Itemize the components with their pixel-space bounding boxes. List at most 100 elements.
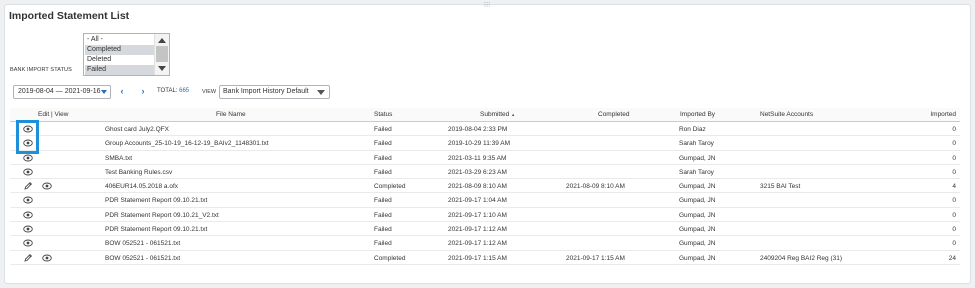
listbox-scrollbar[interactable]	[154, 34, 169, 75]
eye-icon[interactable]	[42, 181, 52, 191]
chevron-down-icon	[317, 90, 325, 95]
scroll-up-icon[interactable]	[158, 38, 166, 43]
imported-by-cell: Gumpad, JN	[679, 211, 716, 219]
imported-count-cell: 0	[952, 211, 956, 219]
statement-table: Edit | View File Name Status Submitted ▲…	[10, 108, 960, 265]
table-row[interactable]: PDR Statement Report 09.10.21_V2.txt Fail…	[10, 208, 960, 223]
imported-count-cell: 4	[952, 183, 956, 191]
table-row[interactable]: Test Banking Rules.csv Failed 2021-03-29 6…	[10, 165, 960, 180]
completed-cell: 2021-08-09 8:10 AM	[566, 183, 625, 191]
header-submitted[interactable]: Submitted ▲	[480, 111, 515, 118]
pencil-icon[interactable]	[23, 181, 33, 191]
header-netsuite-accounts[interactable]: NetSuite Accounts	[760, 111, 813, 118]
status-option[interactable]: - All -	[85, 35, 154, 45]
submitted-cell: 2019-08-04 2:33 PM	[448, 126, 508, 133]
completed-cell: 2021-09-17 1:15 AM	[566, 254, 625, 262]
status-cell: Failed	[374, 154, 392, 162]
status-cell: Failed	[374, 140, 392, 148]
sort-ascending-icon: ▲	[511, 112, 516, 117]
imported-by-cell: Sarah Taroy	[679, 168, 714, 176]
imported-count-cell: 0	[952, 226, 956, 234]
table-row[interactable]: BOW 052521 - 061521.txt Completed 2021-09-…	[10, 251, 960, 265]
status-option[interactable]: Deleted	[85, 55, 154, 65]
eye-icon[interactable]	[23, 195, 33, 205]
imported-count-cell: 0	[952, 154, 956, 162]
imported-by-cell: Gumpad, JN	[679, 226, 716, 234]
drag-handle-icon[interactable]: ⠿⠿	[483, 3, 491, 9]
imported-by-cell: Gumpad, JN	[679, 197, 716, 205]
submitted-cell: 2021-09-17 1:15 AM	[448, 254, 507, 262]
submitted-cell: 2021-09-17 1:12 AM	[448, 240, 507, 248]
file-name-cell: BOW 052521 - 061521.txt	[105, 240, 181, 248]
submitted-cell: 2019-10-29 11:39 AM	[448, 140, 511, 148]
eye-icon[interactable]	[23, 153, 33, 163]
eye-icon[interactable]	[23, 167, 33, 177]
status-cell: Failed	[374, 197, 392, 205]
table-row[interactable]: BOW 052521 - 061521.txt Failed 2021-09-17 …	[10, 236, 960, 251]
status-cell: Completed	[374, 183, 406, 191]
imported-count-cell: 0	[952, 168, 956, 176]
pencil-icon[interactable]	[23, 253, 33, 263]
date-range-value: 2019-08-04 — 2021-09-16	[18, 88, 101, 95]
file-name-cell: PDR Statement Report 09.10.21.txt	[105, 197, 208, 205]
table-header: Edit | View File Name Status Submitted ▲…	[10, 108, 960, 122]
table-row[interactable]: PDR Statement Report 09.10.21.txt Failed 2…	[10, 222, 960, 237]
header-status[interactable]: Status	[374, 111, 392, 118]
scrollbar-thumb[interactable]	[156, 46, 168, 62]
file-name-cell: PDR Statement Report 09.10.21.txt	[105, 226, 208, 234]
eye-icon[interactable]	[42, 253, 52, 263]
previous-page-button[interactable]: ‹	[117, 86, 127, 98]
total-value: 665	[179, 88, 190, 94]
table-row[interactable]: Ghost card July2.QFX Failed 2019-08-04 2:3…	[10, 122, 960, 137]
view-value: Bank Import History Default	[223, 88, 309, 95]
scroll-down-icon[interactable]	[158, 66, 166, 71]
table-row[interactable]: SMBA.txt Failed 2021-03-11 9:35 AM Gumpad, …	[10, 151, 960, 165]
file-name-cell: Test Banking Rules.csv	[105, 168, 173, 176]
eye-icon[interactable]	[23, 224, 33, 234]
imported-count-cell: 0	[952, 140, 956, 148]
file-name-cell: Group Accounts_25-10-19_16-12-19_BAIv2_1…	[105, 140, 269, 148]
status-cell: Failed	[374, 126, 392, 133]
table-row[interactable]: Group Accounts_25-10-19_16-12-19_BAIv2_1…	[10, 136, 960, 151]
file-name-cell: SMBA.txt	[105, 154, 133, 162]
date-range-select[interactable]: 2019-08-04 — 2021-09-16	[13, 85, 111, 99]
imported-by-cell: Gumpad, JN	[679, 254, 716, 262]
submitted-cell: 2021-08-09 8:10 AM	[448, 183, 507, 191]
file-name-cell: PDR Statement Report 09.10.21_V2.txt	[105, 211, 219, 219]
bank-import-status-label: BANK IMPORT STATUS	[10, 67, 72, 73]
header-completed[interactable]: Completed	[598, 111, 629, 118]
submitted-cell: 2021-09-17 1:12 AM	[448, 226, 507, 234]
page-title: Imported Statement List	[9, 10, 130, 22]
imported-count-cell: 0	[952, 197, 956, 205]
imported-count-cell: 0	[952, 126, 956, 133]
total-count: TOTAL: 665	[157, 88, 189, 94]
next-page-button[interactable]: ›	[138, 86, 148, 98]
view-label: VIEW	[202, 89, 217, 95]
table-row[interactable]: 406EUR14.05.2018 a.ofx Completed 2021-08-0…	[10, 179, 960, 194]
status-cell: Failed	[374, 211, 392, 219]
header-imported-by[interactable]: Imported By	[680, 111, 715, 118]
status-cell: Failed	[374, 226, 392, 234]
eye-icon[interactable]	[23, 238, 33, 248]
status-option[interactable]: Failed	[85, 65, 154, 75]
view-select[interactable]: Bank Import History Default	[219, 85, 330, 99]
total-label: TOTAL:	[157, 88, 178, 94]
header-edit-view: Edit | View	[38, 111, 69, 118]
imported-by-cell: Gumpad, JN	[679, 154, 716, 162]
file-name-cell: Ghost card July2.QFX	[105, 126, 169, 133]
bank-import-status-listbox[interactable]: - All - Completed Deleted Failed	[83, 33, 170, 76]
imported-by-cell: Gumpad, JN	[679, 183, 716, 191]
imported-count-cell: 24	[948, 254, 956, 262]
eye-icon[interactable]	[23, 210, 33, 220]
table-row[interactable]: PDR Statement Report 09.10.21.txt Failed 2…	[10, 193, 960, 208]
imported-count-cell: 0	[952, 240, 956, 248]
submitted-cell: 2021-09-17 1:10 AM	[448, 211, 507, 219]
submitted-cell: 2021-09-17 1:04 AM	[448, 197, 507, 205]
netsuite-account-cell: 2409204 Reg BAI2 Reg (31)	[760, 254, 843, 262]
header-imported[interactable]: Imported	[930, 111, 956, 118]
file-name-cell: BOW 052521 - 061521.txt	[105, 254, 181, 262]
status-option[interactable]: Completed	[85, 45, 154, 55]
header-file-name[interactable]: File Name	[216, 111, 246, 118]
imported-by-cell: Ron Diaz	[679, 126, 706, 133]
imported-by-cell: Gumpad, JN	[679, 240, 716, 248]
